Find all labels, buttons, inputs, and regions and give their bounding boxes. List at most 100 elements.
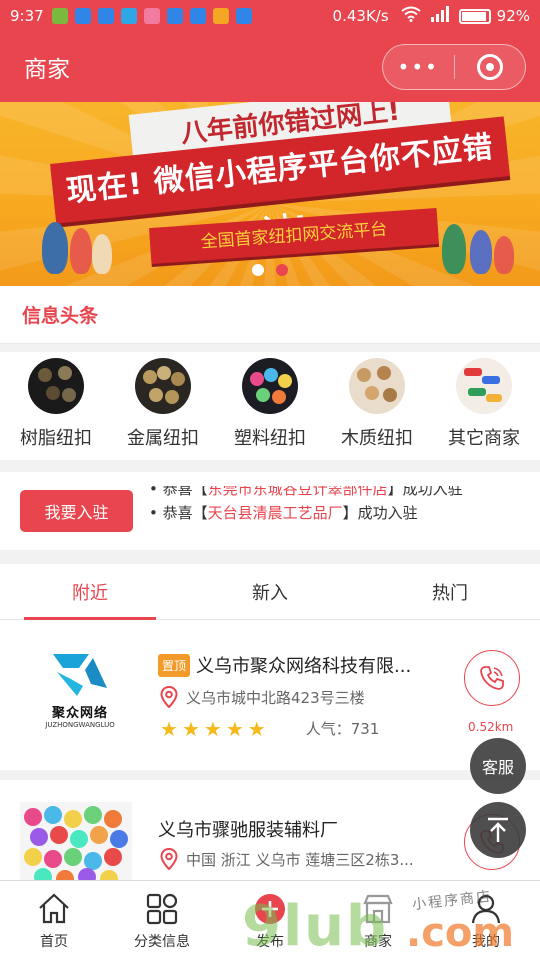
merchant-name: 义乌市聚众网络科技有限... (196, 656, 412, 677)
star-icon: ★ (160, 716, 178, 741)
battery-icon (458, 8, 491, 24)
popularity: 人气：731 (305, 720, 380, 738)
notification-icon (120, 8, 137, 24)
shop-icon (363, 894, 393, 924)
plastic-button-icon (242, 358, 298, 414)
tabbar-publish[interactable]: 发布 (216, 881, 324, 960)
notification-icon (166, 8, 183, 24)
join-section: 我要入驻 • 恭喜【东莞市东城谷豆计翠部件店】成功入驻 • 恭喜【天台县清晨工艺… (0, 472, 540, 550)
tab-hot[interactable]: 热门 (360, 564, 540, 619)
banner-dot-active[interactable] (276, 264, 288, 276)
logo-english-text: JUZHONGWANGLUO (45, 721, 115, 729)
nav-bar: 商家 ••• (0, 32, 540, 102)
category-metal[interactable]: 金属纽扣 (113, 352, 213, 460)
star-icon: ★ (225, 716, 244, 741)
ticker-prefix: • 恭喜【 (149, 504, 208, 522)
notification-icon (235, 8, 252, 24)
ticker-item: • 恭喜【天台县清晨工艺品厂】成功入驻 (149, 502, 418, 523)
notification-icon (51, 8, 68, 24)
user-icon (471, 894, 501, 924)
tab-nearby[interactable]: 附近 (0, 564, 180, 620)
tabbar-profile[interactable]: 我的 (432, 881, 540, 960)
headline-title: 信息头条 (22, 305, 99, 327)
status-time: 9:37 (10, 7, 44, 25)
join-ticker[interactable]: • 恭喜【东莞市东城谷豆计翠部件店】成功入驻 • 恭喜【天台县清晨工艺品厂】成功… (149, 486, 489, 536)
customer-service-button[interactable]: 客服 (470, 738, 526, 794)
tabbar-label: 发布 (256, 934, 284, 950)
tabbar-label: 我的 (472, 934, 500, 950)
network-speed: 0.43K/s (332, 7, 389, 25)
notification-icon (97, 8, 114, 24)
call-button[interactable] (464, 650, 520, 706)
location-pin-icon (160, 686, 178, 708)
home-icon (39, 893, 69, 924)
star-icon: ★ (203, 716, 222, 741)
back-to-top-button[interactable] (470, 802, 526, 858)
promo-banner[interactable]: 八年前你错过网上! 现在! 微信小程序平台你不应错过! 全国首家纽扣网交流平台 (0, 102, 540, 286)
tab-new[interactable]: 新入 (180, 564, 360, 619)
battery-level: 92% (496, 7, 530, 25)
merchant-meta-row: ★ ★ ★ ★ ★ 人气：731 (160, 718, 410, 739)
banner-dot[interactable] (252, 264, 264, 276)
other-merchant-icon (456, 358, 512, 414)
merchant-address: 义乌市城中北路423号三楼 (186, 688, 365, 707)
notification-icon (74, 8, 91, 24)
notification-icon (189, 8, 206, 24)
merchant-card[interactable]: 义乌市骤驰服装辅料厂 中国 浙江 义乌市 莲塘三区2栋3... (0, 780, 540, 880)
tabbar-shop[interactable]: 商家 (324, 881, 432, 960)
merchant-address-row: 中国 浙江 义乌市 莲塘三区2栋3... (160, 848, 450, 870)
category-label: 金属纽扣 (127, 428, 199, 449)
juzhong-logo-icon (53, 654, 107, 696)
ticker-suffix: 】成功入驻 (387, 486, 463, 498)
page-title: 商家 (24, 57, 70, 83)
headline-section[interactable]: 信息头条 (0, 286, 540, 344)
merchant-title-row: 义乌市骤驰服装辅料厂 (158, 816, 458, 842)
star-icon: ★ (247, 716, 266, 741)
pinned-badge: 置顶 (158, 653, 191, 677)
merchant-title-row: 置顶 义乌市聚众网络科技有限... (158, 652, 458, 678)
tabbar-label: 首页 (40, 934, 68, 950)
banner-pagination (0, 264, 540, 276)
logo-chinese-text: 聚众网络 (51, 706, 108, 721)
close-mini-program-button[interactable] (455, 54, 526, 80)
join-button[interactable]: 我要入驻 (20, 490, 133, 532)
ticker-merchant: 东莞市东城谷豆计翠部件店 (207, 486, 388, 498)
merchant-thumbnail (20, 802, 132, 880)
wood-button-icon (349, 358, 405, 414)
category-other[interactable]: 其它商家 (434, 352, 534, 460)
target-icon (476, 54, 503, 80)
merchant-address: 中国 浙江 义乌市 莲塘三区2栋3... (186, 850, 414, 869)
notification-icon (143, 8, 160, 24)
star-icon: ★ (181, 716, 200, 741)
grid-icon (146, 893, 178, 925)
tabbar-label: 分类信息 (134, 934, 190, 950)
publish-icon (255, 894, 285, 924)
resin-button-icon (28, 358, 84, 414)
category-label: 塑料纽扣 (234, 428, 306, 449)
mini-program-capsule: ••• (382, 44, 526, 90)
more-menu-button[interactable]: ••• (383, 55, 454, 79)
merchant-card[interactable]: 聚众网络 JUZHONGWANGLUO 置顶 义乌市聚众网络科技有限... 义乌… (0, 620, 540, 770)
tabbar-categories[interactable]: 分类信息 (108, 881, 216, 960)
distance: 0.52km (468, 720, 514, 734)
category-label: 木质纽扣 (341, 428, 413, 449)
category-plastic[interactable]: 塑料纽扣 (220, 352, 320, 460)
ticker-suffix: 】成功入驻 (342, 504, 418, 522)
status-bar: 9:37 0.43K/s 92% (0, 0, 540, 32)
category-wood[interactable]: 木质纽扣 (327, 352, 427, 460)
phone-icon (480, 666, 504, 690)
wifi-icon (401, 6, 421, 26)
tabbar-label: 商家 (364, 934, 392, 950)
ticker-prefix: • 恭喜【 (149, 486, 208, 498)
ticker-merchant: 天台县清晨工艺品厂 (207, 504, 343, 522)
notification-icon (212, 8, 229, 24)
tabbar-home[interactable]: 首页 (0, 881, 108, 960)
category-row: 树脂纽扣 金属纽扣 塑料纽扣 木质纽扣 其它商家 (0, 352, 540, 460)
signal-icon (430, 6, 449, 26)
category-resin[interactable]: 树脂纽扣 (6, 352, 106, 460)
arrow-up-icon (488, 817, 508, 842)
metal-button-icon (135, 358, 191, 414)
merchant-name: 义乌市骤驰服装辅料厂 (158, 820, 338, 841)
listing-tabs: 附近 新入 热门 (0, 564, 540, 620)
category-label: 其它商家 (448, 428, 520, 449)
